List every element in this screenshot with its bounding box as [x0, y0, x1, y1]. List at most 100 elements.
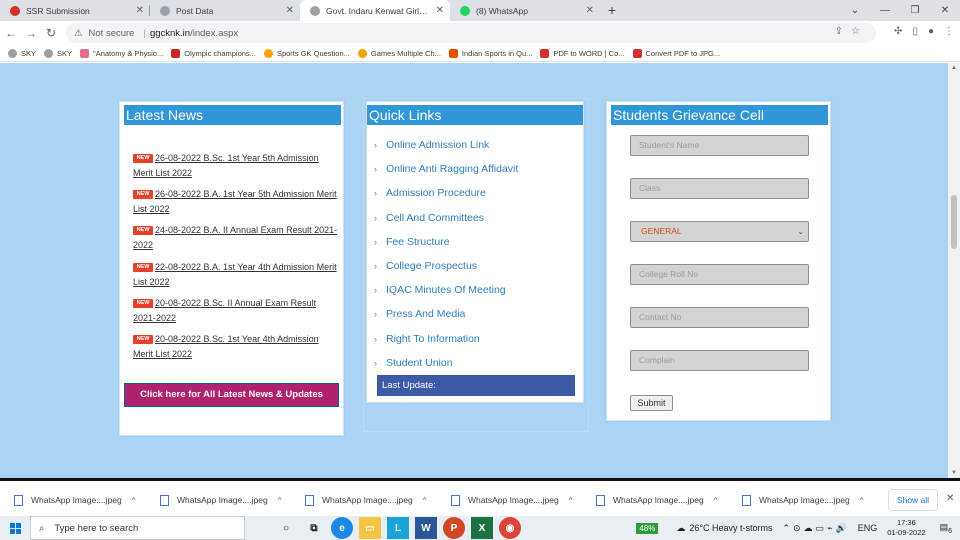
quick-link-item[interactable]: › Cell And Committees	[374, 212, 518, 236]
scroll-down-icon[interactable]: ▼	[951, 470, 957, 476]
chevron-up-icon[interactable]: ^	[132, 496, 136, 505]
chevron-up-icon[interactable]: ^	[714, 496, 718, 505]
news-item[interactable]: NEW 26-08-2022 B.A. 1st Year 5th Admissio…	[133, 187, 338, 217]
close-download-bar-icon[interactable]: ✕	[946, 493, 954, 504]
news-item[interactable]: NEW 22-08-2022 B.A. 1st Year 4th Admissio…	[133, 260, 338, 290]
address-bar[interactable]: ⚠ Not secure | ggcknk.in/index.aspx ⇪☆	[66, 23, 876, 43]
forward-icon[interactable]: →	[22, 26, 40, 40]
cortana-icon[interactable]: ○	[275, 517, 297, 539]
notifications-icon[interactable]: ▤6	[940, 522, 952, 535]
battery-indicator[interactable]: 48%	[636, 522, 659, 534]
bookmark-item[interactable]: Indian Sports in Qu...	[448, 48, 532, 58]
search-placeholder: Type here to search	[54, 522, 139, 534]
bookmark-favicon-icon	[44, 48, 54, 58]
file-icon	[305, 494, 314, 506]
bookmark-item[interactable]: SKY	[8, 48, 36, 58]
clock[interactable]: 17:36 01-09-2022	[887, 518, 925, 538]
bookmark-item[interactable]: Sports GK Question...	[263, 48, 350, 58]
side-panel-icon[interactable]: ▯	[912, 26, 918, 37]
tab-college[interactable]: Govt. Indaru Kenwat Girls College ✕	[300, 0, 450, 21]
tab-search-icon[interactable]: ⌄	[840, 0, 870, 21]
powerpoint-icon[interactable]: P	[443, 517, 465, 539]
task-view-icon[interactable]: ⧉	[303, 517, 325, 539]
url-path: /index.aspx	[190, 27, 239, 39]
extensions-icon[interactable]: ✣	[894, 26, 902, 37]
page-scrollbar[interactable]: ▲ ▼	[948, 63, 960, 478]
news-item[interactable]: NEW 26-08-2022 B.Sc. 1st Year 5th Admissi…	[133, 151, 338, 181]
category-select[interactable]: GENERAL ⌄	[630, 221, 809, 242]
close-tab-icon[interactable]: ✕	[436, 5, 444, 16]
start-button[interactable]	[0, 516, 30, 540]
quick-link-item[interactable]: › IQAC Minutes Of Meeting	[374, 284, 518, 308]
chevron-up-icon[interactable]: ^	[278, 496, 282, 505]
complain-input[interactable]: Complain	[630, 350, 809, 371]
quick-links-panel: Quick Links › Online Admission Link › Onli…	[363, 98, 589, 432]
chevron-up-icon[interactable]: ^	[860, 496, 864, 505]
submit-button[interactable]: Submit	[630, 395, 673, 411]
menu-icon[interactable]: ⋮	[944, 26, 954, 37]
edge-icon[interactable]: e	[331, 517, 353, 539]
language-indicator[interactable]: ENG	[858, 523, 878, 533]
quick-link-item[interactable]: › Admission Procedure	[374, 187, 518, 211]
bookmark-item[interactable]: Convert PDF to JPG...	[632, 48, 720, 58]
back-icon[interactable]: ←	[2, 26, 20, 40]
bookmark-item[interactable]: "Anatomy & Physio...	[80, 48, 163, 58]
taskbar-search[interactable]: ⌕ Type here to search	[30, 516, 245, 540]
bookmark-item[interactable]: Olympic champions...	[171, 48, 256, 58]
all-news-button[interactable]: Click here for All Latest News & Updates	[124, 383, 339, 407]
bookmark-item[interactable]: SKY	[44, 48, 72, 58]
close-tab-icon[interactable]: ✕	[586, 5, 594, 16]
profile-avatar[interactable]: ●	[928, 26, 934, 37]
scroll-up-icon[interactable]: ▲	[951, 65, 957, 71]
class-input[interactable]: Class	[630, 178, 809, 199]
scroll-thumb[interactable]	[951, 195, 957, 249]
tab-post-data[interactable]: Post Data ✕	[150, 0, 300, 21]
roll-no-input[interactable]: College Roll No	[630, 264, 809, 285]
download-item[interactable]: WhatsApp Image....jpeg ^	[437, 490, 577, 510]
news-item[interactable]: NEW 24-08-2022 B.A. II Annual Exam Result…	[133, 223, 338, 253]
news-item[interactable]: NEW 20-08-2022 B.Sc. II Annual Exam Resul…	[133, 296, 338, 326]
weather-text[interactable]: 26°C Heavy t-storms	[689, 523, 772, 533]
minimize-icon[interactable]: —	[870, 0, 900, 21]
show-all-button[interactable]: Show all	[888, 489, 938, 511]
download-item[interactable]: WhatsApp Image....jpeg ^	[0, 490, 140, 510]
chevron-right-icon: ›	[374, 285, 377, 296]
share-icon[interactable]: ⇪	[835, 26, 851, 37]
bookmark-star-icon[interactable]: ☆	[851, 26, 868, 37]
download-item[interactable]: WhatsApp Image....jpeg ^	[582, 490, 722, 510]
quick-link-item[interactable]: › Fee Structure	[374, 236, 518, 260]
close-tab-icon[interactable]: ✕	[136, 5, 144, 16]
close-tab-icon[interactable]: ✕	[286, 5, 294, 16]
bookmark-favicon-icon	[448, 48, 458, 58]
quick-link-item[interactable]: › Press And Media	[374, 308, 518, 332]
close-window-icon[interactable]: ✕	[930, 0, 960, 21]
warning-icon[interactable]: ⚠	[74, 28, 83, 39]
contact-input[interactable]: Contact No	[630, 307, 809, 328]
bookmark-item[interactable]: Games Multiple Ch...	[357, 48, 441, 58]
restore-icon[interactable]: ❐	[900, 0, 930, 21]
new-tab-button[interactable]: +	[600, 0, 624, 21]
quick-link-item[interactable]: › Online Admission Link	[374, 139, 518, 163]
news-item[interactable]: NEW 20-08-2022 B.Sc. 1st Year 4th Admissi…	[133, 332, 338, 362]
tab-ssr-submission[interactable]: SSR Submission ✕	[0, 0, 150, 21]
chevron-up-icon[interactable]: ^	[569, 496, 573, 505]
student-name-input[interactable]: Student's Name	[630, 135, 809, 156]
download-item[interactable]: WhatsApp Image....jpeg ^	[291, 490, 431, 510]
word-icon[interactable]: W	[415, 517, 437, 539]
download-item[interactable]: WhatsApp Image....jpeg ^	[146, 490, 286, 510]
download-item[interactable]: WhatsApp Image....jpeg ^	[728, 490, 868, 510]
chrome-icon[interactable]: ◉	[499, 517, 521, 539]
quick-link-item[interactable]: › Right To Information	[374, 333, 518, 357]
tab-favicon-icon	[460, 5, 470, 16]
quick-link-item[interactable]: › Online Anti Ragging Affidavit	[374, 163, 518, 187]
bookmark-item[interactable]: PDF to WORD | Co...	[540, 48, 625, 58]
quick-link-item[interactable]: › College Prospectus	[374, 260, 518, 284]
tray-icons[interactable]: ⌃⊙☁▭⌁🔊	[782, 523, 849, 534]
excel-icon[interactable]: X	[471, 517, 493, 539]
app-l-icon[interactable]: L	[387, 517, 409, 539]
system-tray: 48% ☁ 26°C Heavy t-storms ⌃⊙☁▭⌁🔊 ENG 17:…	[636, 516, 960, 540]
chevron-up-icon[interactable]: ^	[423, 496, 427, 505]
file-explorer-icon[interactable]: ▭	[359, 517, 381, 539]
reload-icon[interactable]: ↻	[42, 26, 60, 40]
tab-whatsapp[interactable]: (8) WhatsApp ✕	[450, 0, 600, 21]
